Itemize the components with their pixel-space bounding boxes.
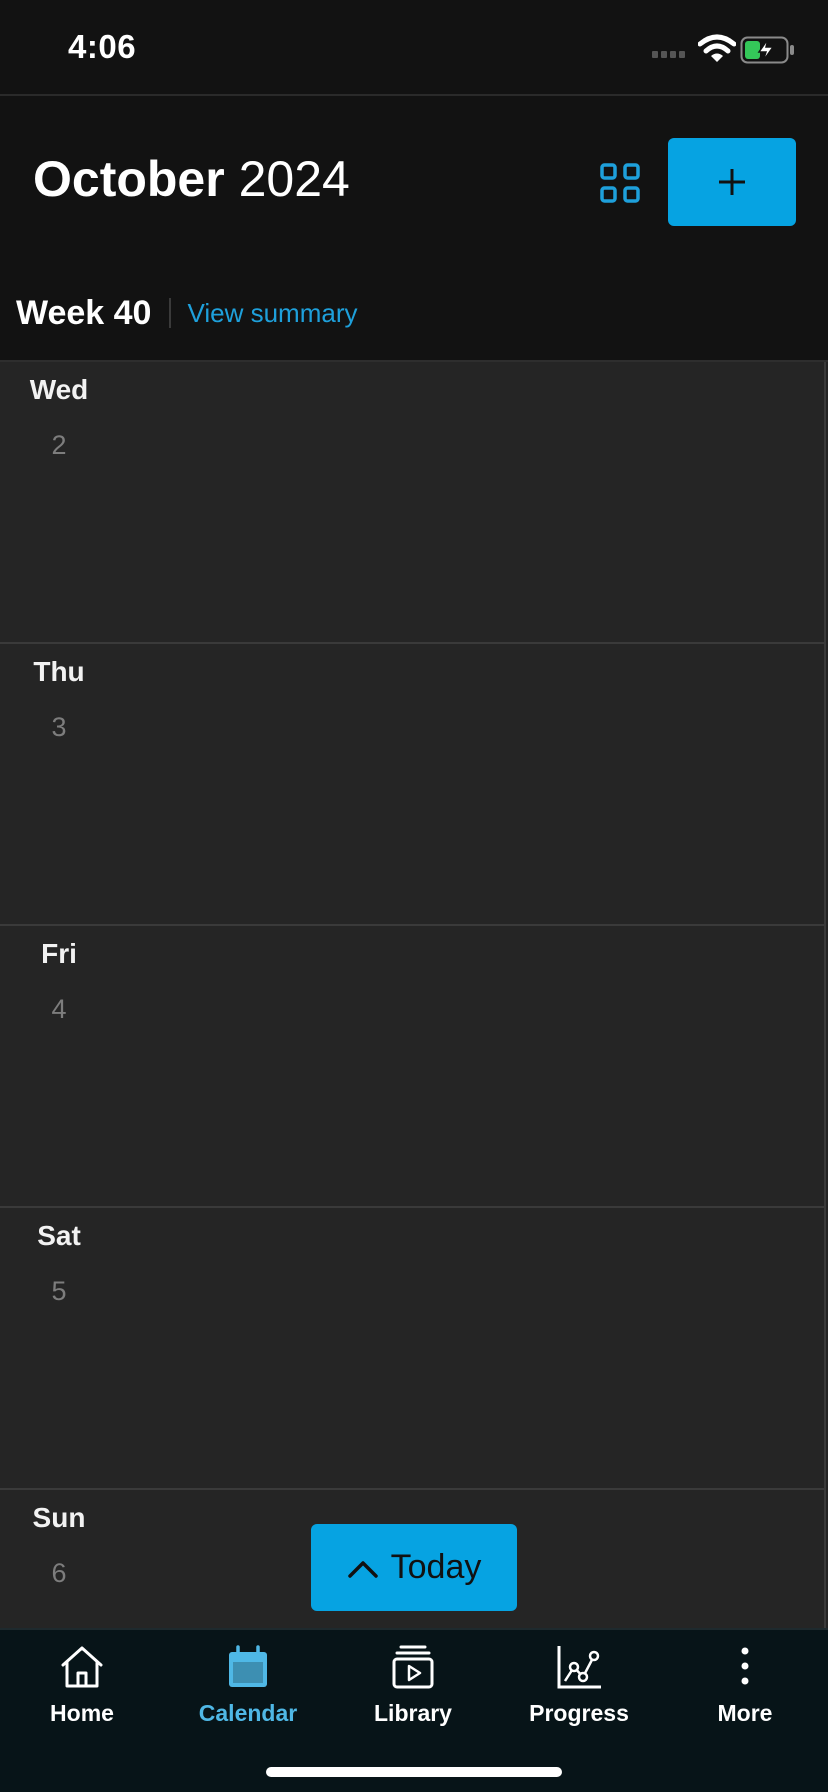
tab-library[interactable]: Library	[343, 1644, 483, 1740]
day-row-thu[interactable]: Thu 3	[0, 644, 826, 926]
day-name: Sun	[32, 1502, 86, 1533]
chevron-up-icon	[347, 1560, 378, 1578]
day-number: 3	[51, 712, 67, 742]
plus-icon	[719, 169, 745, 195]
library-icon	[392, 1645, 434, 1689]
status-bar: 4:06	[0, 0, 828, 96]
tab-label: Calendar	[198, 1700, 298, 1726]
grid-view-button[interactable]	[596, 159, 644, 207]
day-number: 6	[51, 1558, 67, 1588]
home-indicator	[266, 1767, 562, 1777]
status-time: 4:06	[68, 28, 137, 65]
today-button[interactable]: Today	[311, 1524, 517, 1611]
cellular-signal-icon	[652, 51, 685, 58]
wifi-icon	[698, 34, 736, 62]
day-name: Wed	[29, 374, 89, 405]
divider	[169, 298, 172, 328]
tab-calendar[interactable]: Calendar	[178, 1644, 318, 1740]
day-list[interactable]: Wed 2 Thu 3 Fri 4 Sat 5 Sun 6	[0, 362, 828, 1628]
day-name: Fri	[41, 938, 77, 969]
battery-charging-icon	[740, 36, 794, 64]
day-number: 4	[51, 994, 67, 1024]
week-label: Week 40	[16, 293, 152, 332]
tab-bar: Home Calendar Library Progress More	[0, 1628, 828, 1792]
add-button[interactable]	[668, 138, 796, 226]
calendar-header: October 2024 Week 40 View summary	[0, 98, 828, 362]
home-icon	[61, 1646, 103, 1688]
day-name: Thu	[33, 656, 85, 687]
calendar-icon	[229, 1645, 267, 1687]
tab-label: Library	[374, 1700, 452, 1726]
day-name: Sat	[37, 1220, 81, 1251]
progress-icon	[557, 1646, 601, 1689]
day-row-sat[interactable]: Sat 5	[0, 1208, 826, 1490]
more-icon	[741, 1647, 749, 1685]
week-row: Week 40 View summary	[16, 288, 357, 338]
day-row-fri[interactable]: Fri 4	[0, 926, 826, 1208]
tab-more[interactable]: More	[675, 1644, 815, 1740]
day-number: 2	[51, 430, 67, 460]
day-number: 5	[51, 1276, 67, 1306]
tab-label: Home	[50, 1700, 114, 1726]
month-name: October	[33, 151, 225, 207]
day-row-wed[interactable]: Wed 2	[0, 362, 826, 644]
month-title: October 2024	[33, 150, 350, 208]
today-label: Today	[390, 1548, 482, 1586]
tab-label: More	[717, 1700, 773, 1726]
year-label: 2024	[238, 151, 350, 207]
view-summary-link[interactable]: View summary	[187, 298, 357, 329]
tab-progress[interactable]: Progress	[509, 1644, 649, 1740]
tab-label: Progress	[529, 1700, 629, 1726]
tab-home[interactable]: Home	[12, 1644, 152, 1740]
